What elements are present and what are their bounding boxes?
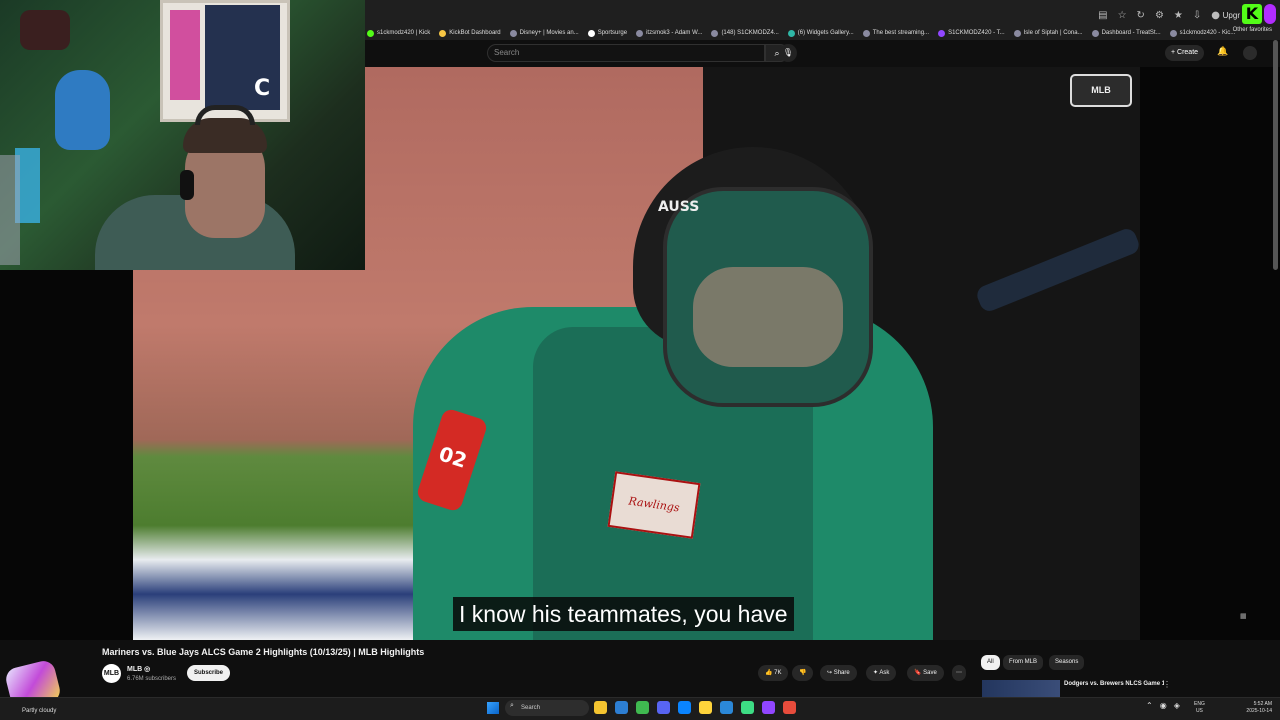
bookmark-favicon-icon [509, 29, 517, 37]
bookmark-item[interactable]: itzsmok3 - Adam W... [636, 29, 702, 37]
bookmark-favicon-icon [587, 29, 595, 37]
catcher-face [693, 267, 843, 367]
language-indicator[interactable]: ENG US [1194, 701, 1205, 715]
headphones [195, 105, 255, 125]
bookmark-item[interactable]: s1ckmodz420 - Kic... [1169, 29, 1235, 37]
extension-icon[interactable] [1264, 4, 1276, 24]
webcam-overlay: C [0, 0, 365, 270]
like-button[interactable]: 👍 7K [758, 665, 789, 681]
refresh-icon[interactable]: ↻ [1137, 10, 1145, 21]
other-favorites[interactable]: Other favorites [1233, 27, 1272, 33]
taskbar-app-icon[interactable] [594, 701, 607, 714]
screen: ▤ ☆ ↻ ⚙ ★ ⇩ ● Upgr K s1ckmodz420 | Kick … [0, 0, 1280, 720]
extensions-icon[interactable]: ⚙ [1155, 10, 1164, 21]
notifications-bell-icon[interactable]: 🔔 [1217, 46, 1228, 57]
favorites-icon[interactable]: ★ [1174, 10, 1183, 21]
bookmark-favicon-icon [439, 29, 447, 37]
windows-start-icon[interactable] [487, 702, 499, 714]
bookmark-item[interactable]: (6) Widgets Gallery... [787, 29, 854, 37]
bookmark-item[interactable]: Disney+ | Movies an... [509, 29, 579, 37]
tray-app-icon[interactable]: ◉ [1160, 701, 1167, 710]
taskbar-app-icon[interactable] [699, 701, 712, 714]
subscriber-count: 6.76M subscribers [127, 676, 177, 682]
video-title: Mariners vs. Blue Jays ALCS Game 2 Highl… [102, 647, 425, 657]
taskbar-app-icon[interactable] [636, 701, 649, 714]
chevron-up-icon[interactable]: ⌃ [1146, 701, 1153, 710]
video-letterbox-right [1140, 67, 1280, 640]
chest-logo: Rawlings [607, 471, 701, 539]
taskbar-search[interactable]: Search [505, 700, 589, 716]
video-caption: I know his teammates, you have [453, 597, 794, 631]
downloads-icon[interactable]: ⇩ [1193, 10, 1201, 21]
video-settings-icon[interactable]: ▦ [1240, 612, 1247, 620]
bookmark-item[interactable]: (148) S1CKMODZ4... [711, 29, 779, 37]
share-button[interactable]: ↪ Share [820, 665, 857, 681]
taskbar-app-icon[interactable] [657, 701, 670, 714]
taskbar-apps [594, 701, 796, 714]
bookmark-item[interactable]: s1ckmodz420 | Kick [367, 29, 430, 37]
poster-left-panel [170, 10, 200, 100]
page-scrollbar[interactable] [1273, 40, 1278, 270]
upgrade-label[interactable]: Upgr [1223, 11, 1240, 20]
taskbar-app-icon[interactable] [678, 701, 691, 714]
plush-toy [20, 10, 70, 50]
create-button[interactable]: + Create [1165, 45, 1205, 61]
bookmark-favicon-icon [1013, 29, 1021, 37]
bookmark-item[interactable]: S1CKMODZ420 - T... [938, 29, 1005, 37]
taskbar-app-icon[interactable] [783, 701, 796, 714]
recommended-more-icon[interactable]: ⋮ [1163, 680, 1171, 689]
subscribe-button[interactable]: Subscribe [187, 665, 231, 681]
taskbar-app-icon[interactable] [741, 701, 754, 714]
bookmark-item[interactable]: Isle of Siptah | Cona... [1013, 29, 1083, 37]
search-input[interactable]: Search [487, 44, 765, 62]
bookmark-item[interactable]: KickBot Dashboard [439, 29, 501, 37]
jersey-letter: C [254, 76, 271, 101]
bookmark-favicon-icon [636, 29, 644, 37]
taskbar-clock[interactable]: 5:52 AM 2025-10-14 [1240, 701, 1272, 715]
headphone-cup [180, 170, 194, 200]
bookmark-item[interactable]: Sportsurge [587, 29, 627, 37]
microphone-icon[interactable]: 🎙 [779, 44, 797, 62]
bookmark-favicon-icon [787, 29, 795, 37]
recommended-title[interactable]: Dodgers vs. Brewers NLCS Game 1 Highligh… [1064, 680, 1164, 697]
favorite-star-icon[interactable]: ☆ [1118, 10, 1127, 21]
chip-seasons[interactable]: Seasons [1049, 655, 1085, 670]
stitch-plush [55, 70, 110, 150]
search-icon: ⌕ [510, 702, 514, 709]
taskbar-app-icon[interactable] [762, 701, 775, 714]
chip-all[interactable]: All [981, 655, 1000, 670]
channel-avatar[interactable]: MLB [102, 664, 121, 683]
ask-button[interactable]: ✦ Ask [866, 665, 897, 681]
more-actions-button[interactable]: ⋯ [952, 665, 966, 681]
glass-bottle [0, 155, 20, 265]
bookmark-favicon-icon [862, 29, 870, 37]
reader-icon[interactable]: ▤ [1098, 10, 1107, 21]
bookmarks-bar: s1ckmodz420 | Kick KickBot Dashboard Dis… [365, 27, 1280, 39]
taskbar-app-icon[interactable] [720, 701, 733, 714]
kick-logo-icon: K [1242, 4, 1262, 24]
mlb-logo-icon: MLB [1070, 74, 1132, 107]
bookmark-item[interactable]: Dashboard - TreatSt... [1091, 29, 1161, 37]
youtube-masthead: Search ⌕ 🎙 + Create 🔔 [365, 40, 1280, 67]
bookmark-favicon-icon [938, 29, 946, 37]
recommended-thumbnail[interactable] [982, 680, 1060, 697]
avatar[interactable] [1243, 46, 1257, 60]
tray-app-icon[interactable]: ◈ [1174, 701, 1180, 710]
save-button[interactable]: 🔖 Save [907, 665, 944, 681]
weather-widget[interactable]: Partly cloudy [22, 708, 56, 714]
system-tray: ⌃ ◉ ◈ [1146, 701, 1180, 710]
bookmark-item[interactable]: The best streaming... [862, 29, 929, 37]
bookmark-favicon-icon [711, 29, 719, 37]
profile-icon[interactable]: ● [1211, 10, 1220, 21]
browser-toolbar-icons: ▤ ☆ ↻ ⚙ ★ ⇩ ● [1098, 10, 1220, 21]
bookmark-favicon-icon [1091, 29, 1099, 37]
channel-name[interactable]: MLB ◎ [127, 665, 150, 673]
helmet-text: AUSS [658, 199, 700, 215]
bookmark-favicon-icon [367, 29, 374, 37]
dislike-button[interactable]: 👎 [792, 665, 814, 681]
taskbar-app-icon[interactable] [615, 701, 628, 714]
chip-from-mlb[interactable]: From MLB [1003, 655, 1044, 670]
bookmark-favicon-icon [1169, 29, 1177, 37]
